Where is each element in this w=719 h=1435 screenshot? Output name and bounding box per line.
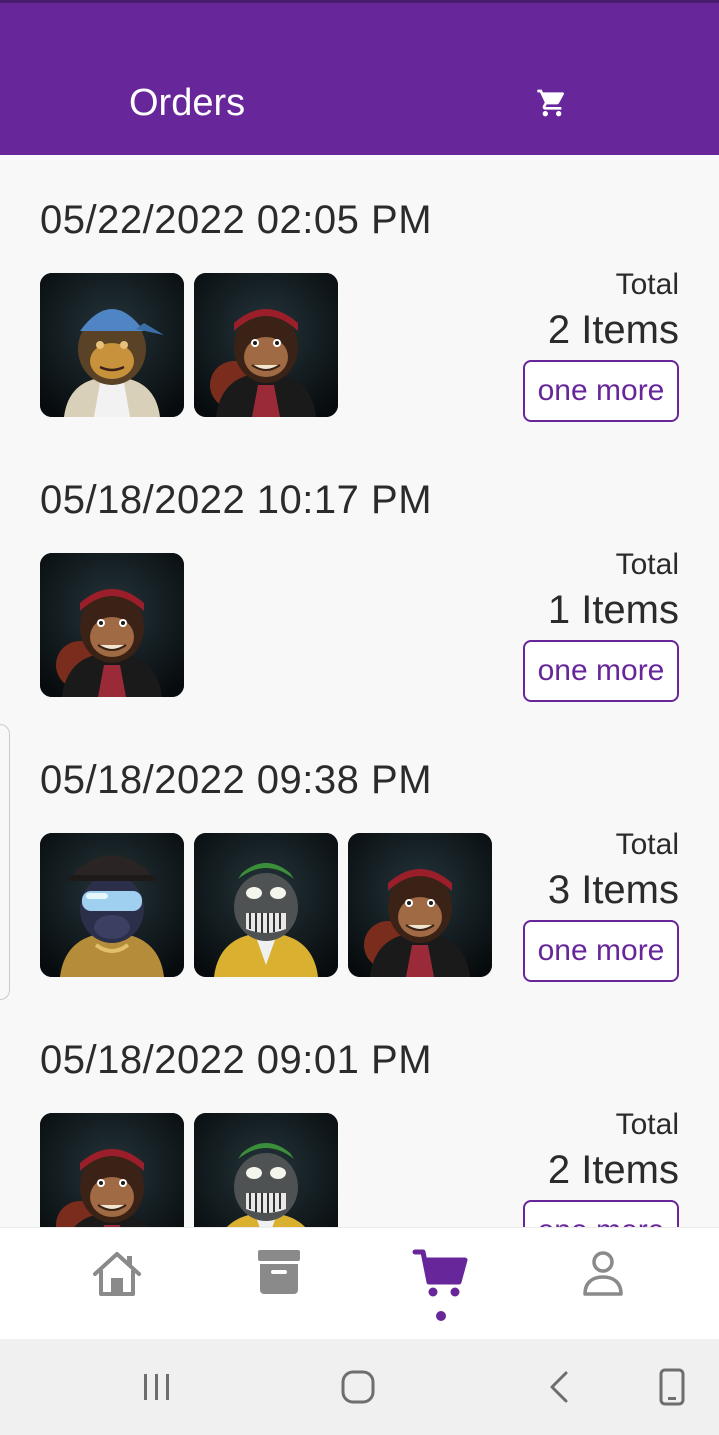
order-card: 05/18/2022 10:17 PM Total 1 Items one mo… <box>0 435 719 715</box>
recents-icon[interactable] <box>137 1367 177 1407</box>
nav-home[interactable] <box>87 1244 147 1304</box>
item-count: 2 Items <box>547 308 679 352</box>
page-title: Orders <box>129 82 246 124</box>
nft-thumbnail-red-bandana[interactable] <box>194 273 338 417</box>
one-more-button[interactable]: one more <box>523 640 679 702</box>
total-label: Total <box>615 548 679 581</box>
order-date: 05/18/2022 09:01 PM <box>40 1038 433 1082</box>
active-tab-indicator <box>436 1311 446 1321</box>
nav-archive[interactable] <box>249 1244 309 1304</box>
cart-icon <box>412 1249 468 1297</box>
item-count: 3 Items <box>547 868 679 912</box>
order-summary: Total 2 Items one more <box>479 267 679 422</box>
order-date: 05/22/2022 02:05 PM <box>40 198 433 242</box>
back-icon[interactable] <box>540 1367 580 1407</box>
one-more-button[interactable]: one more <box>523 920 679 982</box>
app-header: Orders <box>0 0 719 155</box>
item-count: 1 Items <box>547 588 679 632</box>
total-label: Total <box>615 1108 679 1141</box>
order-summary: Total 2 Items one more <box>479 1107 679 1227</box>
nft-thumbnail-zombie-yellow[interactable] <box>194 1113 338 1227</box>
nft-thumbnail-blue-cap[interactable] <box>40 273 184 417</box>
total-label: Total <box>615 828 679 861</box>
home-circle-icon[interactable] <box>338 1367 378 1407</box>
order-card: 05/18/2022 09:38 PM Total 3 Items one mo… <box>0 715 719 995</box>
system-navigation-bar <box>0 1339 719 1435</box>
orders-list[interactable]: 05/22/2022 02:05 PM Total 2 Items one mo… <box>0 155 719 1227</box>
nav-profile[interactable] <box>573 1244 633 1304</box>
home-icon <box>93 1252 141 1296</box>
order-date: 05/18/2022 09:38 PM <box>40 758 433 802</box>
bottom-navigation <box>0 1227 719 1339</box>
cart-icon[interactable] <box>536 87 568 119</box>
nft-thumbnail-goggles-gold[interactable] <box>40 833 184 977</box>
edge-panel-handle[interactable] <box>0 724 10 1000</box>
order-summary: Total 3 Items one more <box>479 827 679 982</box>
archive-icon <box>258 1250 300 1294</box>
nft-thumbnail-red-bandana[interactable] <box>40 553 184 697</box>
order-card: 05/18/2022 09:01 PM Total 2 Items one mo… <box>0 995 719 1227</box>
one-more-button[interactable]: one more <box>523 360 679 422</box>
rotate-icon[interactable] <box>652 1367 692 1407</box>
app-root: Orders 05/22/2022 02:05 PM Total 2 Items <box>0 0 719 1435</box>
nft-thumbnail-red-bandana[interactable] <box>40 1113 184 1227</box>
item-count: 2 Items <box>547 1148 679 1192</box>
nav-cart[interactable] <box>411 1244 471 1304</box>
user-icon <box>583 1251 623 1296</box>
nft-thumbnail-red-bandana[interactable] <box>348 833 492 977</box>
order-card: 05/22/2022 02:05 PM Total 2 Items one mo… <box>0 155 719 435</box>
nft-thumbnail-zombie-yellow[interactable] <box>194 833 338 977</box>
total-label: Total <box>615 268 679 301</box>
one-more-button[interactable]: one more <box>523 1200 679 1227</box>
order-date: 05/18/2022 10:17 PM <box>40 478 433 522</box>
order-summary: Total 1 Items one more <box>479 547 679 702</box>
